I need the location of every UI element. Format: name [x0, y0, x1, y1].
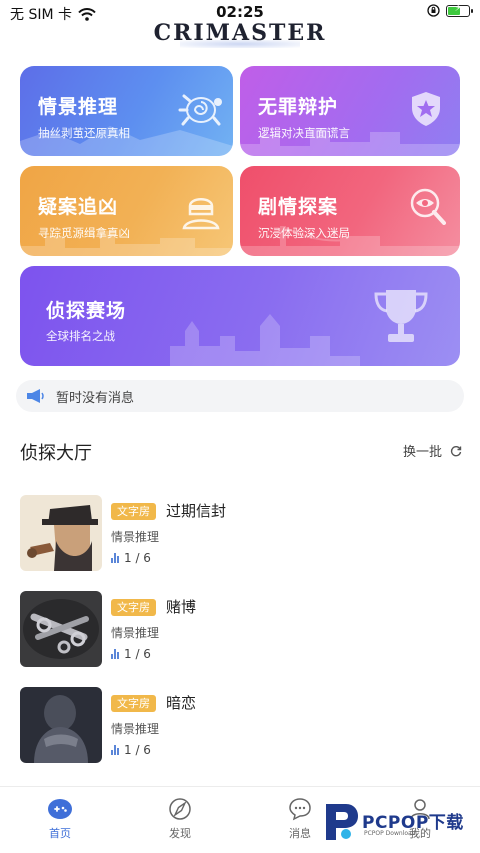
- notice-bar[interactable]: 暂时没有消息: [16, 380, 464, 412]
- chat-icon: [289, 798, 311, 821]
- room-count-text: 1 / 6: [124, 551, 151, 565]
- watermark-subtext: PCPOP Download: [364, 830, 416, 837]
- audio-bars-icon: [111, 649, 119, 659]
- room-list-item[interactable]: 文字房 过期信封 情景推理 1 / 6: [20, 495, 460, 571]
- card-title: 无罪辩护: [258, 96, 339, 118]
- card-innocent-defense[interactable]: 无罪辩护 逻辑对决直面谎言: [240, 66, 460, 156]
- room-thumbnail: [20, 591, 102, 667]
- card-subtitle: 寻踪觅源缉拿真凶: [38, 226, 130, 240]
- battery-icon: ⚡: [446, 3, 473, 17]
- card-title: 情景推理: [38, 96, 119, 118]
- refresh-icon: [450, 445, 462, 456]
- card-title: 侦探赛场: [46, 300, 127, 322]
- room-category: 情景推理: [111, 530, 160, 544]
- status-time: 02:25: [216, 3, 264, 21]
- card-story-detective[interactable]: 剧情探案 沉浸体验深入迷局: [240, 166, 460, 256]
- room-count-text: 1 / 6: [124, 743, 151, 757]
- card-subtitle: 全球排名之战: [46, 329, 115, 343]
- tab-label: 首页: [49, 827, 71, 840]
- magnifier-eye-icon: [410, 188, 446, 225]
- watermark-logo-icon: [326, 804, 358, 840]
- card-subtitle: 逻辑对决直面谎言: [258, 126, 350, 140]
- refresh-button[interactable]: 换一批: [403, 441, 462, 460]
- room-player-count: 1 / 6: [111, 551, 151, 565]
- tab-home[interactable]: 首页: [20, 797, 100, 841]
- card-scenario-reasoning[interactable]: 情景推理 抽丝剥茧还原真相: [20, 66, 233, 156]
- room-list-item[interactable]: 文字房 赌博 情景推理 1 / 6: [20, 591, 460, 667]
- audio-bars-icon: [111, 745, 119, 755]
- card-subtitle: 沉浸体验深入迷局: [258, 226, 350, 240]
- card-case-pursuit[interactable]: 疑案追凶 寻踪觅源缉拿真凶: [20, 166, 233, 256]
- compass-icon: [169, 798, 191, 820]
- room-title: 暗恋: [166, 694, 197, 712]
- room-type-tag: 文字房: [111, 503, 156, 520]
- orientation-lock-icon: [427, 4, 440, 17]
- card-detective-arena[interactable]: 侦探赛场 全球排名之战: [20, 266, 460, 366]
- megaphone-icon: [27, 389, 44, 403]
- watermark: PCPOP下载 PCPOP Download: [320, 800, 480, 844]
- room-player-count: 1 / 6: [111, 743, 151, 757]
- room-type-tag: 文字房: [111, 695, 156, 712]
- app-logo: CRIMASTER: [153, 20, 327, 46]
- trophy-icon: [374, 290, 428, 342]
- room-count-text: 1 / 6: [124, 647, 151, 661]
- section-title: 侦探大厅: [20, 443, 92, 464]
- audio-bars-icon: [111, 553, 119, 563]
- notice-text: 暂时没有消息: [56, 390, 135, 406]
- room-list-item[interactable]: 文字房 暗恋 情景推理 1 / 6: [20, 687, 460, 763]
- refresh-label: 换一批: [402, 445, 442, 460]
- room-category: 情景推理: [111, 626, 160, 640]
- room-title: 赌博: [166, 598, 197, 616]
- tab-label: 发现: [169, 827, 191, 840]
- turtle-icon: [178, 94, 222, 126]
- card-title: 疑案追凶: [38, 196, 119, 218]
- tab-label: 消息: [289, 827, 311, 840]
- room-category: 情景推理: [111, 722, 160, 736]
- ninja-icon: [182, 198, 220, 230]
- police-badge-icon: [412, 92, 440, 126]
- home-icon: [48, 799, 72, 819]
- room-thumbnail: [20, 687, 102, 763]
- card-subtitle: 抽丝剥茧还原真相: [38, 126, 130, 140]
- room-type-tag: 文字房: [111, 599, 156, 616]
- status-right: ⚡: [427, 3, 473, 17]
- card-title: 剧情探案: [258, 196, 339, 218]
- tab-discover[interactable]: 发现: [140, 797, 220, 841]
- room-player-count: 1 / 6: [111, 647, 151, 661]
- room-title: 过期信封: [166, 502, 227, 520]
- room-thumbnail: [20, 495, 102, 571]
